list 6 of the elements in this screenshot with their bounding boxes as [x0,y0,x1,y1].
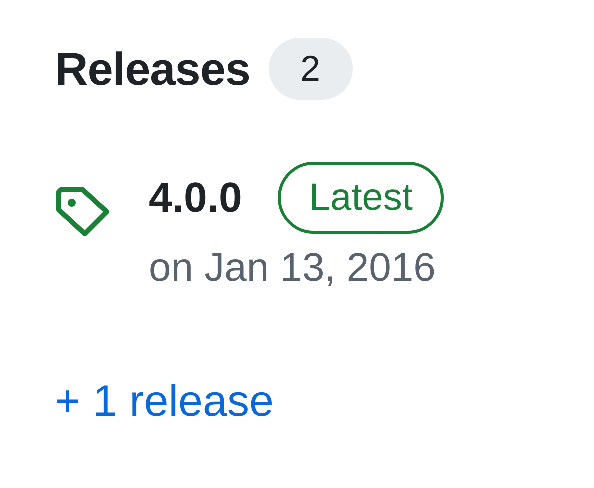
section-title: Releases [55,42,250,96]
more-releases-link[interactable]: + 1 release [55,377,274,427]
latest-badge: Latest [278,162,444,234]
release-date: on Jan 13, 2016 [149,246,437,291]
release-version[interactable]: 4.0.0 [149,174,242,222]
count-badge: 2 [268,38,352,100]
